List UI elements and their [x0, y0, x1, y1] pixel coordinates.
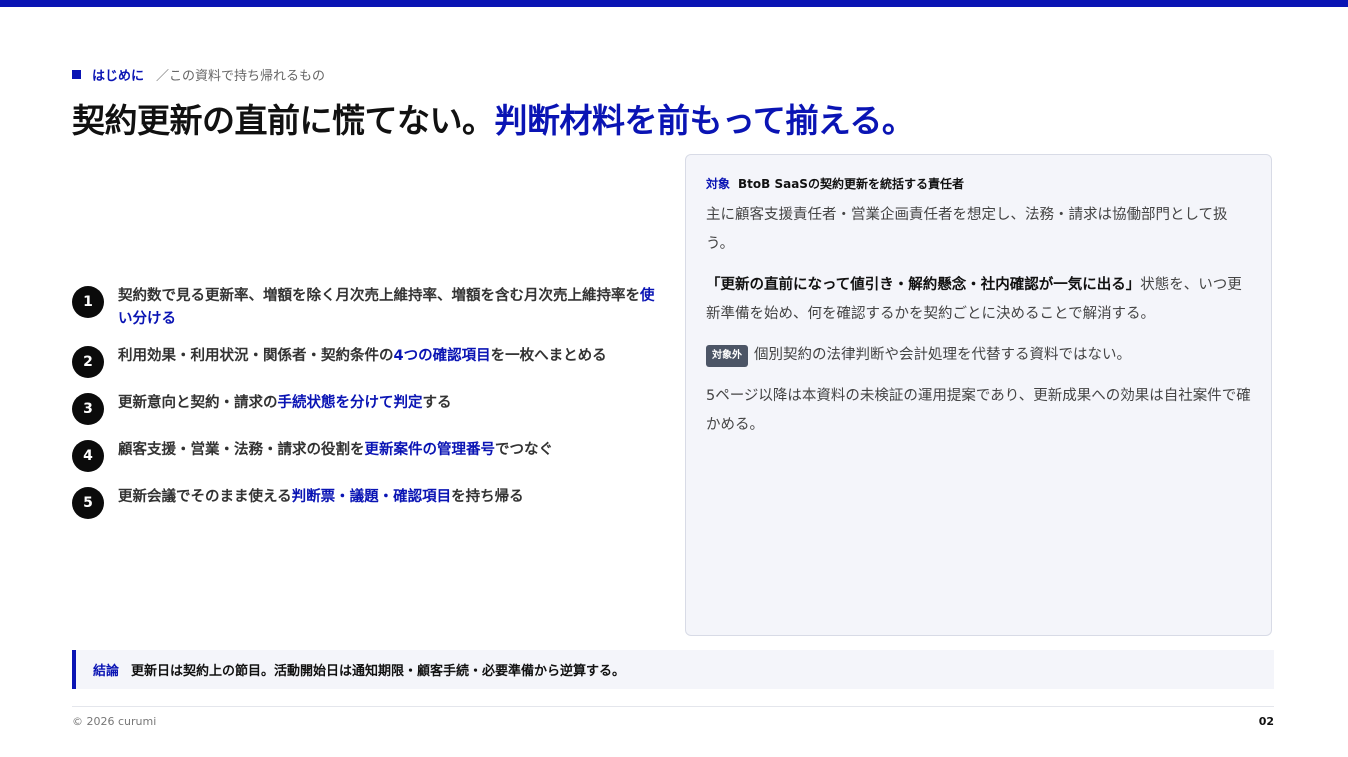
- list-item: 4 顧客支援・営業・法務・請求の役割を更新案件の管理番号でつなぐ: [72, 439, 662, 472]
- target-audience-card: 対象 BtoB SaaSの契約更新を統括する責任者 主に顧客支援責任者・営業企画責…: [685, 154, 1272, 636]
- number-badge: 2: [72, 346, 104, 378]
- card-paragraph: 5ページ以降は本資料の未検証の運用提案であり、更新成果への効果は自社案件で確かめ…: [706, 388, 1251, 433]
- list-item-text: 更新会議でそのまま使える判断票・議題・確認項目を持ち帰る: [118, 486, 524, 509]
- top-accent-bar: [0, 0, 1348, 7]
- conclusion-text: 更新日は契約上の節目。活動開始日は通知期限・顧客手続・必要準備から逆算する。: [131, 664, 626, 679]
- card-paragraph: 主に顧客支援責任者・営業企画責任者を想定し、法務・請求は協働部門として扱う。: [706, 207, 1228, 252]
- list-item-text-pre: 更新意向と契約・請求の: [118, 395, 278, 411]
- list-item-text: 利用効果・利用状況・関係者・契約条件の4つの確認項目を一枚へまとめる: [118, 345, 607, 368]
- conclusion-bar: 結論 更新日は契約上の節目。活動開始日は通知期限・顧客手続・必要準備から逆算する…: [72, 650, 1274, 689]
- takeaway-list: 1 契約数で見る更新率、増額を除く月次売上維持率、増額を含む月次売上維持率を使い…: [72, 285, 662, 519]
- list-item-text-post: を一枚へまとめる: [490, 348, 607, 364]
- square-bullet-icon: [72, 69, 81, 79]
- list-item-text: 契約数で見る更新率、増額を除く月次売上維持率、増額を含む月次売上維持率を使い分け…: [118, 285, 662, 331]
- out-of-scope-badge: 対象外: [706, 344, 748, 367]
- section-eyebrow: はじめに ／この資料で持ち帰れるもの: [72, 64, 325, 84]
- list-item-text: 顧客支援・営業・法務・請求の役割を更新案件の管理番号でつなぐ: [118, 439, 553, 462]
- card-emphasis: 「更新の直前になって値引き・解約懸念・社内確認が一気に出る」: [706, 277, 1141, 293]
- number-badge: 1: [72, 286, 104, 318]
- page-title: 契約更新の直前に慌てない。判断材料を前もって揃える。: [72, 94, 915, 142]
- list-item: 3 更新意向と契約・請求の手続状態を分けて判定する: [72, 392, 662, 425]
- list-item: 1 契約数で見る更新率、増額を除く月次売上維持率、増額を含む月次売上維持率を使い…: [72, 285, 662, 331]
- page-title-highlight: 判断材料を前もって揃える。: [494, 101, 915, 140]
- exclusion-text: 個別契約の法律判断や会計処理を代替する資料ではない。: [754, 347, 1131, 363]
- list-item-text-pre: 更新会議でそのまま使える: [118, 489, 292, 505]
- list-item-text-pre: 契約数で見る更新率、増額を除く月次売上維持率、増額を含む月次売上維持率を: [118, 288, 640, 304]
- list-item: 2 利用効果・利用状況・関係者・契約条件の4つの確認項目を一枚へまとめる: [72, 345, 662, 378]
- page-title-part1: 契約更新の直前に慌てない。: [72, 101, 495, 140]
- number-badge: 5: [72, 487, 104, 519]
- list-item-text-emphasis: 判断票・議題・確認項目: [291, 489, 452, 505]
- card-paragraph: 「更新の直前になって値引き・解約懸念・社内確認が一気に出る」状態を、いつ更新準備…: [706, 271, 1251, 329]
- section-label: はじめに: [92, 68, 145, 84]
- card-title: BtoB SaaSの契約更新を統括する責任者: [738, 177, 964, 191]
- number-badge: 3: [72, 393, 104, 425]
- card-tag: 対象: [706, 177, 731, 191]
- number-badge: 4: [72, 440, 104, 472]
- list-item-text-post: する: [422, 395, 452, 411]
- copyright: © 2026 curumi: [72, 715, 157, 728]
- list-item-text: 更新意向と契約・請求の手続状態を分けて判定する: [118, 392, 452, 415]
- list-item-text-post: を持ち帰る: [451, 489, 524, 505]
- conclusion-tag: 結論: [93, 664, 120, 679]
- list-item-text-emphasis: 更新案件の管理番号: [364, 442, 496, 458]
- section-subtitle: ／この資料で持ち帰れるもの: [156, 68, 326, 84]
- list-item: 5 更新会議でそのまま使える判断票・議題・確認項目を持ち帰る: [72, 486, 662, 519]
- list-item-text-pre: 顧客支援・営業・法務・請求の役割を: [118, 442, 365, 458]
- list-item-text-emphasis: 4つの確認項目: [393, 348, 491, 364]
- list-item-text-emphasis: 手続状態を分けて判定: [277, 395, 423, 411]
- card-heading: 対象 BtoB SaaSの契約更新を統括する責任者: [706, 175, 1251, 192]
- list-item-text-pre: 利用効果・利用状況・関係者・契約条件の: [118, 348, 394, 364]
- list-item-text-post: でつなぐ: [495, 442, 553, 458]
- footer-divider: [72, 706, 1274, 707]
- page-number: 02: [1258, 715, 1274, 728]
- card-exclusion-note: 対象外 個別契約の法律判断や会計処理を代替する資料ではない。: [706, 341, 1251, 370]
